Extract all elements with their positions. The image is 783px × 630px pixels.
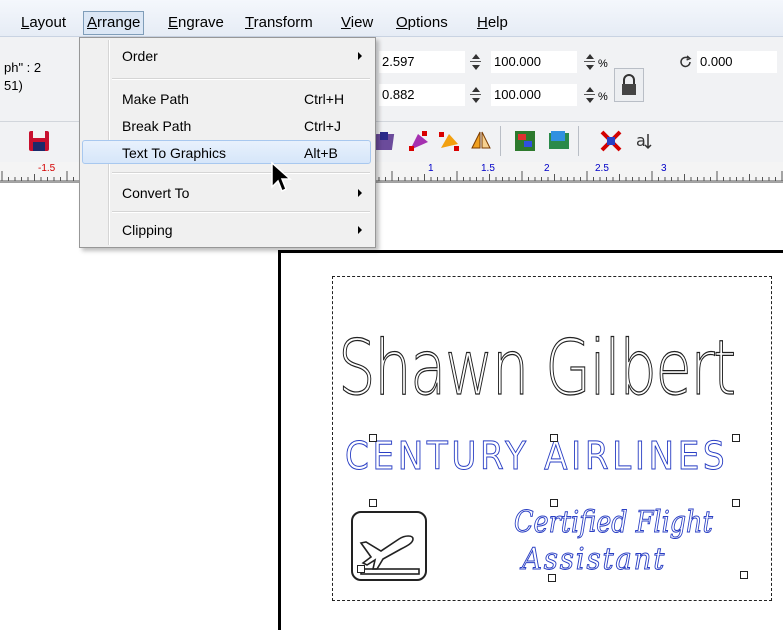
menu-help[interactable]: Help: [474, 12, 511, 34]
ruler-label: 1: [428, 163, 434, 174]
mouse-cursor-icon: [271, 161, 292, 193]
svg-text:a: a: [636, 131, 646, 150]
menu-item-convert-to[interactable]: Convert To: [82, 181, 371, 205]
airline-text[interactable]: CENTURY AIRLINES: [345, 437, 728, 476]
menu-transform[interactable]: Transform: [242, 12, 316, 34]
selection-handle[interactable]: [369, 499, 377, 507]
delete-nodes-icon[interactable]: [598, 128, 624, 154]
selection-handle[interactable]: [550, 434, 558, 442]
menu-separator: [112, 78, 370, 80]
menu-item-clipping-label: Clipping: [122, 222, 173, 238]
y-position-spinner[interactable]: [470, 84, 481, 106]
lock-icon: [622, 74, 636, 95]
arrange-menu: Order Make Path Ctrl+H Break Path Ctrl+J…: [79, 37, 376, 248]
ruler-label: 2.5: [595, 163, 609, 174]
name-text[interactable]: Shawn Gilbert: [338, 329, 737, 406]
menu-view-label: View: [341, 14, 374, 31]
selection-handle[interactable]: [548, 574, 556, 582]
menu-item-convert-to-label: Convert To: [122, 185, 190, 201]
menu-options[interactable]: Options: [393, 12, 451, 34]
menu-layout-label: Layout: [21, 14, 67, 31]
menu-separator: [112, 172, 370, 174]
toolbar-separator-2: [578, 126, 579, 156]
menu-help-label: Help: [477, 14, 508, 31]
menu-view[interactable]: View: [338, 12, 376, 34]
scale-width-percent: %: [598, 58, 608, 70]
menu-item-break-path[interactable]: Break Path Ctrl+J: [82, 114, 371, 138]
menu-item-order-label: Order: [122, 48, 158, 64]
menu-item-make-path-label: Make Path: [122, 91, 189, 107]
menu-options-label: Options: [396, 14, 448, 31]
ruler-label: 2: [544, 163, 550, 174]
menu-item-break-path-shortcut: Ctrl+J: [304, 118, 341, 134]
x-position-spinner[interactable]: [470, 51, 481, 73]
menu-transform-label: Transform: [245, 14, 313, 31]
save-icon[interactable]: [26, 128, 52, 154]
menu-item-make-path-shortcut: Ctrl+H: [304, 91, 345, 107]
nodes-icon[interactable]: [406, 128, 432, 154]
menu-engrave[interactable]: Engrave: [165, 12, 227, 34]
submenu-arrow-icon: [358, 226, 362, 234]
selection-handle[interactable]: [369, 434, 377, 442]
menu-item-break-path-label: Break Path: [122, 118, 192, 134]
ruler-label: 3: [661, 163, 667, 174]
menu-layout[interactable]: Layout: [18, 12, 69, 34]
menu-item-clipping[interactable]: Clipping: [82, 218, 371, 242]
text-tool-icon[interactable]: a: [634, 128, 660, 154]
scale-width-field[interactable]: 100.000: [491, 51, 577, 73]
submenu-arrow-icon: [358, 52, 362, 60]
mirror-icon[interactable]: [468, 128, 494, 154]
lock-ratio-button[interactable]: [614, 68, 644, 102]
font-info-partial-2: 51): [4, 78, 23, 93]
menu-arrange-label: Arrange: [87, 14, 141, 31]
menu-item-text-to-graphics-label: Text To Graphics: [122, 145, 227, 161]
certification-text-line2[interactable]: Assistant: [522, 544, 666, 575]
selection-handle[interactable]: [357, 565, 365, 573]
break-nodes-icon[interactable]: [436, 128, 462, 154]
scale-height-percent: %: [598, 91, 608, 103]
scale-height-spinner[interactable]: [584, 84, 595, 106]
distribute-icon[interactable]: [546, 128, 572, 154]
selection-handle[interactable]: [740, 571, 748, 579]
selection-handle[interactable]: [732, 499, 740, 507]
menu-engrave-label: Engrave: [168, 14, 224, 31]
menu-item-order[interactable]: Order: [82, 44, 371, 68]
ruler-label: -1.5: [38, 163, 56, 174]
font-info-partial: ph" : 2: [4, 60, 42, 75]
menu-item-text-to-graphics-shortcut: Alt+B: [304, 145, 338, 161]
selection-handle[interactable]: [550, 499, 558, 507]
scale-width-spinner[interactable]: [584, 51, 595, 73]
certification-text-line1[interactable]: Certified Flight: [514, 507, 714, 538]
rotate-icon: [680, 55, 692, 68]
rotation-field[interactable]: 0.000: [697, 51, 777, 73]
scale-height-field[interactable]: 100.000: [491, 84, 577, 106]
menu-bar: Layout Arrange Engrave Transform View Op…: [0, 0, 783, 37]
menu-separator: [112, 211, 370, 213]
x-position-field[interactable]: 2.597: [379, 51, 465, 73]
selection-handle[interactable]: [732, 434, 740, 442]
align-icon[interactable]: [512, 128, 538, 154]
submenu-arrow-icon: [358, 189, 362, 197]
ruler-label: 1.5: [481, 163, 495, 174]
group-objects-icon[interactable]: [374, 128, 400, 154]
menu-item-text-to-graphics[interactable]: Text To Graphics Alt+B: [82, 140, 371, 164]
toolbar-separator: [500, 126, 501, 156]
menu-item-make-path[interactable]: Make Path Ctrl+H: [82, 87, 371, 111]
y-position-field[interactable]: 0.882: [379, 84, 465, 106]
menu-arrange[interactable]: Arrange: [83, 11, 145, 35]
